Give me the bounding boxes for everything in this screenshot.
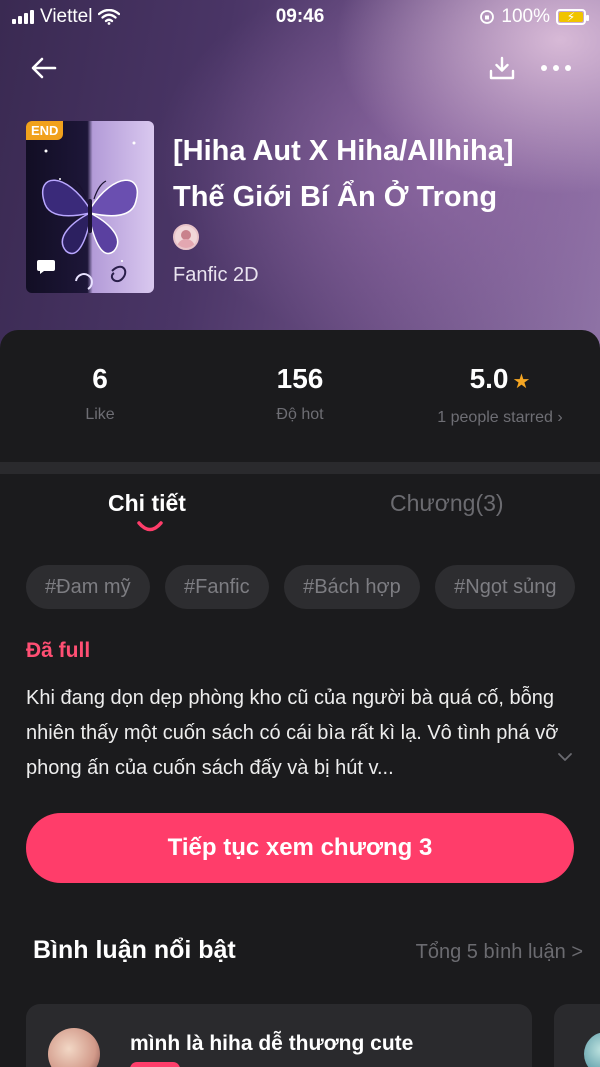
commenter-avatar[interactable]: [48, 1028, 100, 1067]
hot-label: Độ hot: [276, 406, 324, 423]
wifi-icon: [98, 9, 121, 25]
battery-icon: ⚡: [556, 9, 589, 25]
rating-label-row: 1 people starred ›: [400, 409, 600, 427]
tab-details[interactable]: Chi tiết: [108, 490, 186, 517]
synopsis-text[interactable]: Khi đang dọn dẹp phòng kho cũ của người …: [26, 681, 560, 786]
likes-label: Like: [85, 406, 115, 423]
tab-active-indicator: [137, 521, 163, 532]
end-badge: END: [26, 121, 64, 140]
tag-chip[interactable]: #Ngọt sủng: [435, 565, 576, 609]
comment-card[interactable]: mình là hiha dễ thương cute: [26, 1004, 532, 1067]
likes-count: 6: [92, 363, 108, 394]
stats-row: 6 Like 156 Độ hot 5.0 ★ 1 people starred …: [0, 352, 600, 452]
chevron-down-icon[interactable]: [556, 748, 574, 766]
status-bar-right: 100% ⚡: [479, 6, 589, 28]
comments-total-link[interactable]: Tổng 5 bình luận >: [416, 941, 583, 964]
tag-list: #Đam mỹ #Fanfic #Bách hợp #Ngọt sủng: [26, 565, 600, 609]
commenter-badge: [130, 1062, 180, 1067]
back-button[interactable]: [26, 50, 62, 86]
status-bar: Viettel 09:46 100% ⚡: [0, 0, 600, 34]
continue-reading-button[interactable]: Tiếp tục xem chương 3: [26, 813, 574, 883]
author-avatar[interactable]: [173, 224, 199, 250]
comments-section-title: Bình luận nổi bật: [33, 936, 236, 964]
status-bar-left: Viettel: [12, 6, 121, 28]
stat-likes[interactable]: 6 Like: [0, 362, 200, 424]
hot-count: 156: [276, 363, 324, 394]
section-divider: [0, 462, 600, 474]
more-options-button[interactable]: [536, 50, 576, 86]
more-icon: [541, 65, 571, 71]
stat-rating[interactable]: 5.0 ★ 1 people starred ›: [400, 362, 600, 427]
orientation-lock-icon: [480, 10, 495, 24]
chevron-right-icon: ›: [557, 409, 563, 426]
battery-percent: 100%: [501, 6, 550, 27]
story-title: [Hiha Aut X Hiha/Allhiha] Thế Giới Bí Ẩn…: [173, 135, 514, 213]
tab-bar: Chi tiết Chương(3): [0, 490, 600, 540]
tab-chapters[interactable]: Chương(3): [390, 490, 504, 517]
download-button[interactable]: [484, 50, 520, 86]
commenter-name: mình là hiha dễ thương cute: [130, 1032, 414, 1055]
tag-chip[interactable]: #Đam mỹ: [26, 565, 150, 609]
back-arrow-icon: [31, 57, 57, 79]
tag-chip[interactable]: #Fanfic: [165, 565, 269, 609]
rating-label: 1 people starred: [437, 409, 553, 426]
comment-card[interactable]: [554, 1004, 600, 1067]
rating-value: 5.0: [469, 363, 509, 394]
chat-bubble-icon: [34, 255, 58, 279]
carrier-name: Viettel: [40, 6, 93, 27]
signal-icon: [12, 10, 34, 24]
story-cover-image[interactable]: END: [26, 121, 154, 293]
top-navigation: [0, 48, 600, 88]
star-icon: ★: [512, 371, 531, 393]
download-icon: [489, 56, 515, 80]
completion-status: Đã full: [26, 639, 91, 662]
stat-hot: 156 Độ hot: [200, 362, 400, 424]
commenter-avatar[interactable]: [584, 1032, 600, 1067]
rating-value-row: 5.0 ★: [400, 362, 600, 399]
tag-chip[interactable]: #Bách hợp: [284, 565, 420, 609]
story-category[interactable]: Fanfic 2D: [173, 264, 259, 287]
